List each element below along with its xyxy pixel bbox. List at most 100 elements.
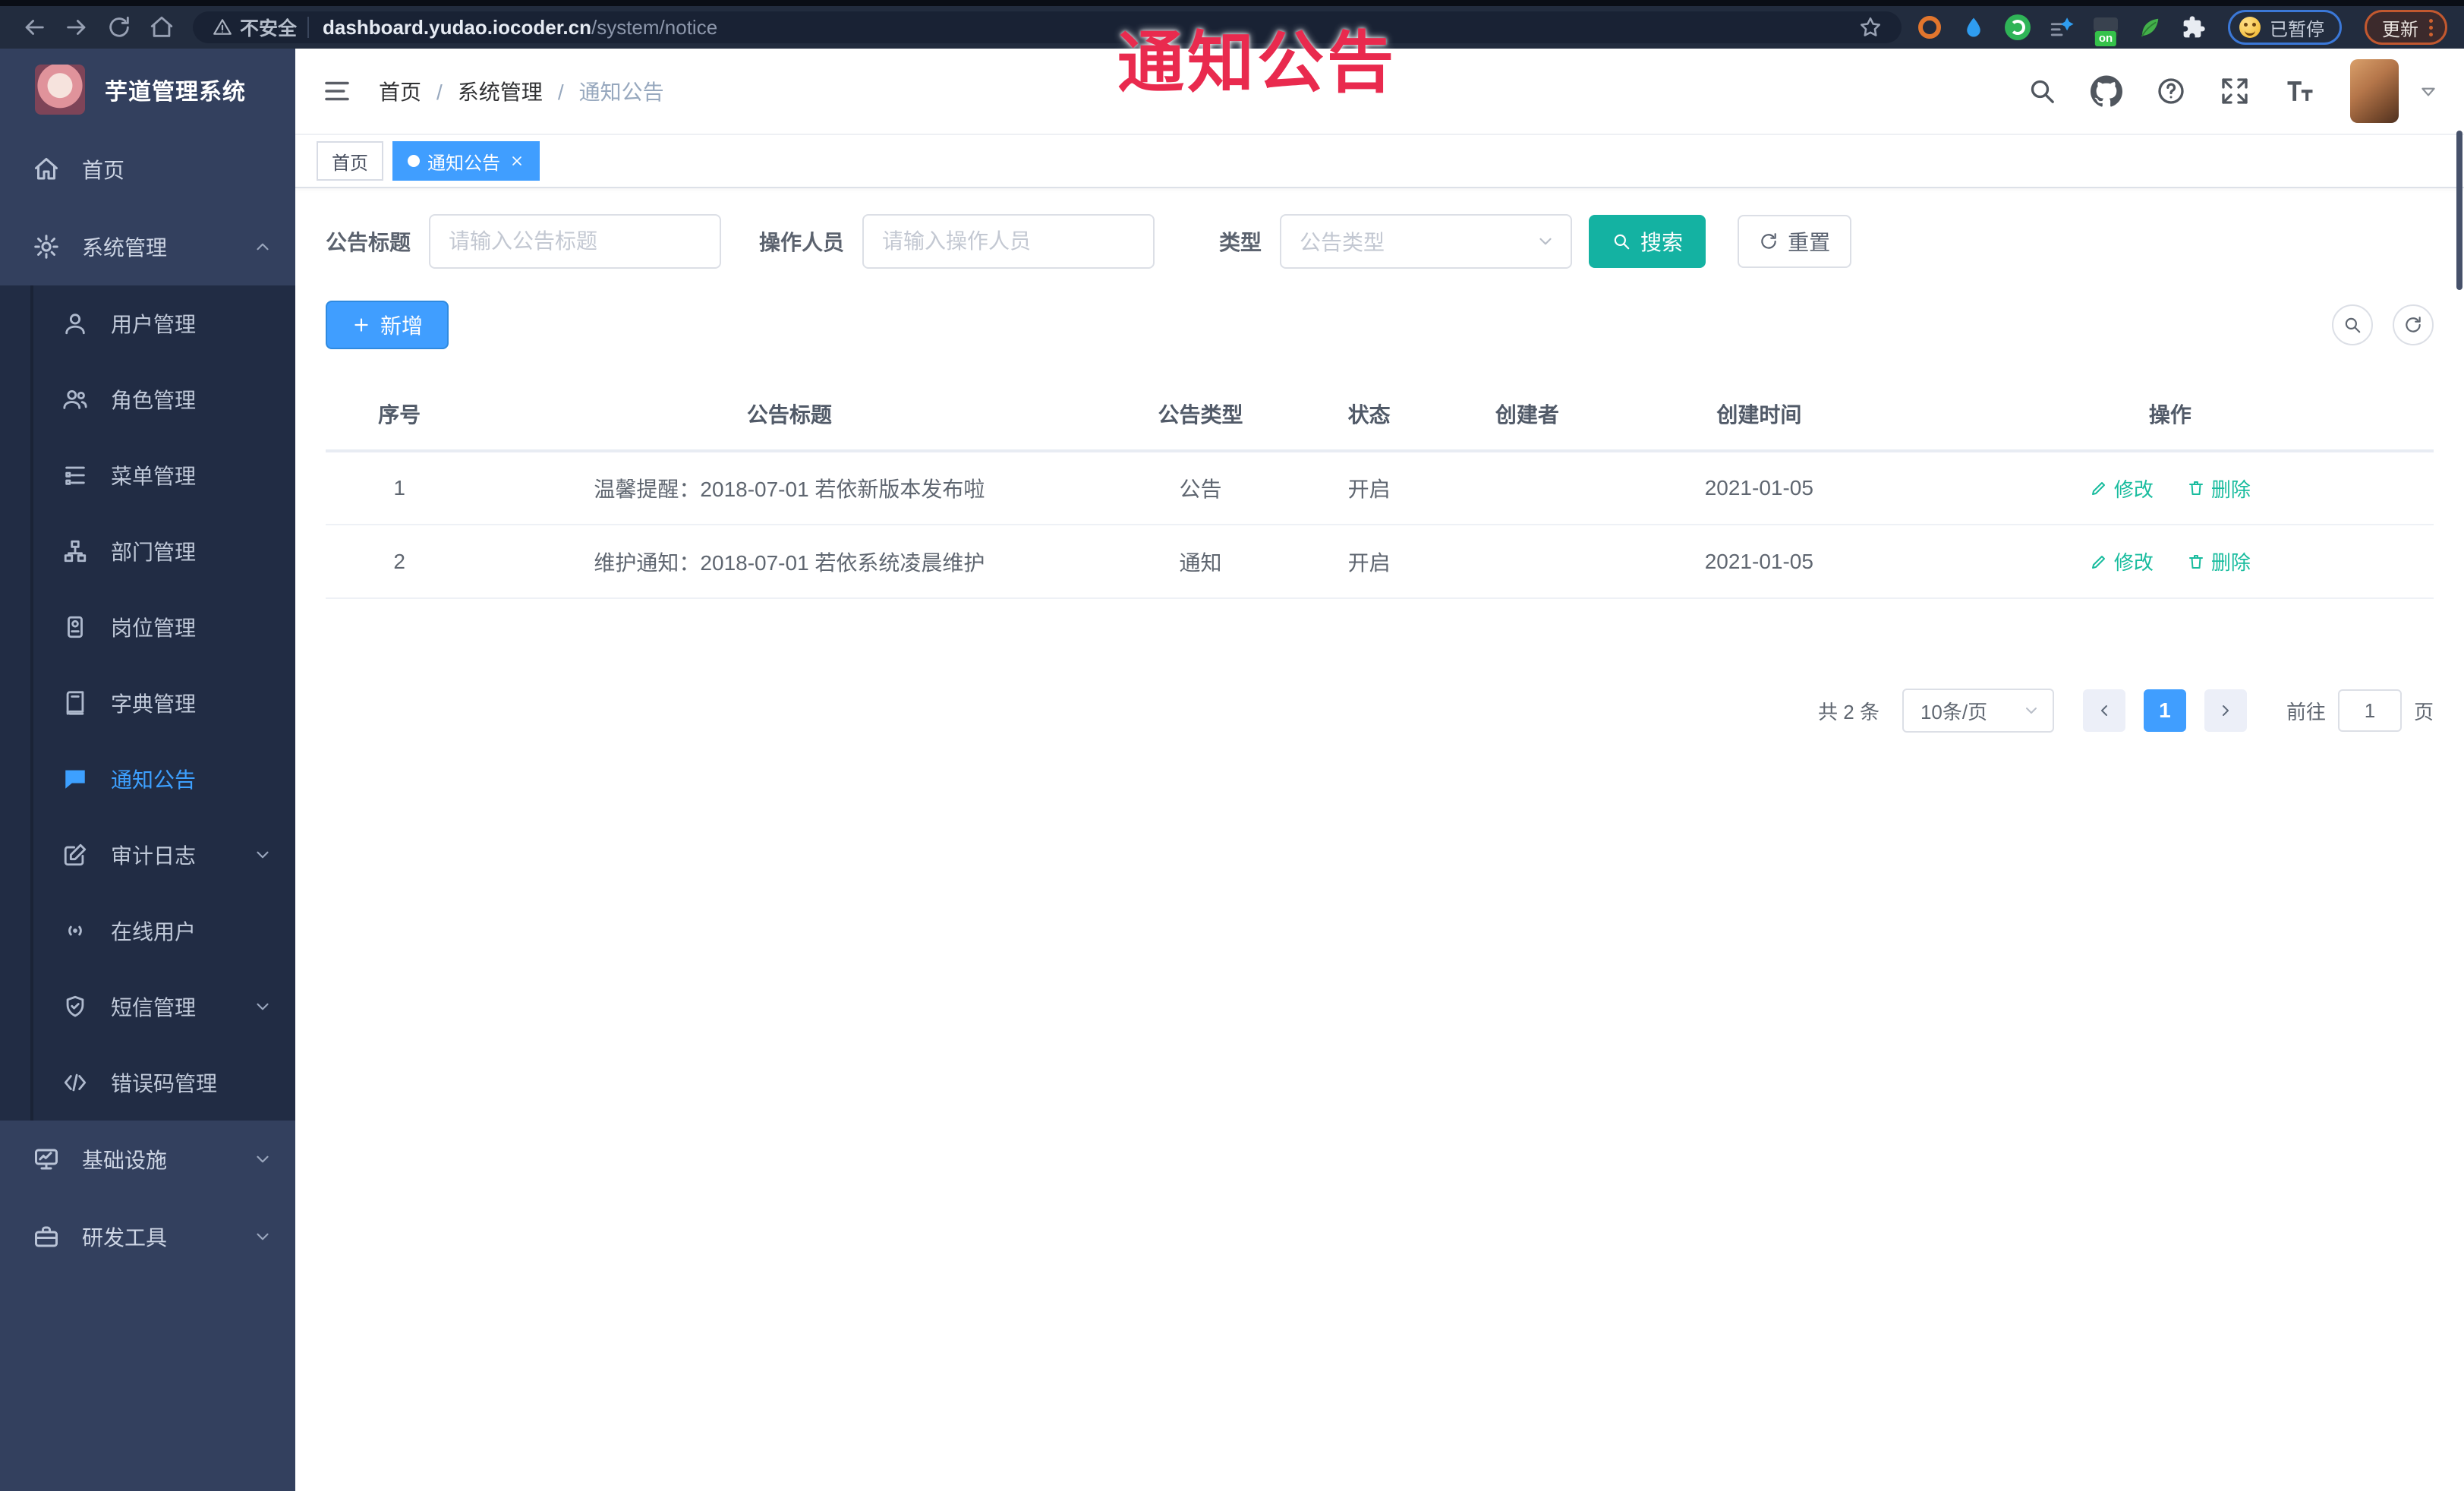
edit-link[interactable]: 修改	[2090, 474, 2154, 503]
col-creator: 创建者	[1442, 378, 1612, 452]
sidebar-item-notice[interactable]: 通知公告	[0, 741, 295, 817]
title-filter-input[interactable]	[429, 214, 722, 269]
extension-leaf-icon[interactable]	[2135, 13, 2164, 42]
title-filter-label: 公告标题	[326, 231, 411, 254]
col-no: 序号	[326, 378, 474, 452]
home-icon[interactable]	[144, 10, 179, 45]
search-icon[interactable]	[2027, 76, 2057, 106]
sidebar-item-users[interactable]: 用户管理	[0, 285, 295, 361]
sidebar-item-audit-log[interactable]: 审计日志	[0, 817, 295, 893]
user-avatar[interactable]	[2350, 59, 2399, 123]
browser-menu-icon[interactable]	[2429, 18, 2433, 36]
cell-created: 2021-01-05	[1611, 451, 1907, 525]
sidebar-item-error-codes[interactable]: 错误码管理	[0, 1045, 295, 1121]
avatar-caret-icon[interactable]	[2418, 81, 2438, 101]
close-icon[interactable]	[509, 153, 525, 169]
on-badge: on	[2094, 31, 2117, 46]
prev-page-button[interactable]	[2082, 689, 2125, 732]
delete-label: 删除	[2210, 551, 2251, 574]
profile-paused-pill[interactable]: 已暂停	[2228, 10, 2342, 45]
extension-drop-icon[interactable]	[1959, 13, 1988, 42]
security-label[interactable]: 不安全	[240, 14, 297, 41]
search-button[interactable]: 搜索	[1589, 215, 1706, 268]
edit-label: 修改	[2113, 478, 2154, 501]
sidebar-item-infrastructure[interactable]: 基础设施	[0, 1121, 295, 1198]
sidebar-item-home[interactable]: 首页	[0, 131, 295, 208]
refresh-table-button[interactable]	[2393, 304, 2434, 345]
url-path[interactable]: /system/notice	[591, 16, 717, 39]
help-icon[interactable]	[2156, 76, 2186, 106]
sidebar-item-departments[interactable]: 部门管理	[0, 513, 295, 589]
operator-filter-input[interactable]	[862, 214, 1155, 269]
sidebar-item-system[interactable]: 系统管理	[0, 208, 295, 285]
reload-icon[interactable]	[102, 10, 137, 45]
sidebar-item-dict[interactable]: 字典管理	[0, 665, 295, 741]
sidebar-item-sms[interactable]: 短信管理	[0, 969, 295, 1045]
extension-on-badge-icon[interactable]: on	[2091, 13, 2120, 46]
font-size-icon[interactable]	[2283, 74, 2317, 108]
chat-bubble-icon	[61, 764, 90, 793]
sidebar-item-online-users[interactable]: 在线用户	[0, 893, 295, 969]
total-count: 共 2 条	[1818, 700, 1880, 723]
menu-tree-icon	[61, 461, 90, 490]
sidebar-item-label: 用户管理	[111, 313, 197, 336]
tab-home[interactable]: 首页	[317, 141, 383, 181]
delete-link[interactable]: 删除	[2187, 547, 2251, 575]
url-host[interactable]: dashboard.yudao.iocoder.cn	[323, 16, 591, 39]
hamburger-icon[interactable]	[321, 75, 353, 107]
cell-creator	[1442, 451, 1612, 525]
page-content: 公告标题 操作人员 类型 公告类型 搜索	[295, 188, 2464, 1491]
page-size-select[interactable]: 10条/页	[1902, 689, 2054, 733]
github-icon[interactable]	[2091, 75, 2122, 107]
chevron-down-icon	[253, 845, 273, 865]
pencil-icon	[2090, 479, 2108, 497]
extension-green-circle-icon[interactable]	[2003, 13, 2032, 42]
forward-icon[interactable]	[59, 10, 94, 45]
cell-type: 通知	[1105, 525, 1296, 599]
cell-no: 1	[326, 451, 474, 525]
cell-title: 维护通知：2018-07-01 若依系统凌晨维护	[473, 525, 1106, 599]
back-icon[interactable]	[17, 10, 52, 45]
extensions-puzzle-icon[interactable]	[2179, 13, 2208, 42]
breadcrumb-system[interactable]: 系统管理	[421, 76, 543, 106]
type-filter-select[interactable]: 公告类型	[1280, 214, 1573, 269]
sidebar-item-label: 错误码管理	[111, 1072, 218, 1095]
bookmark-star-icon[interactable]	[1859, 16, 1882, 39]
extension-orange-icon[interactable]	[1915, 13, 1944, 42]
sidebar-logo-row[interactable]: 芋道管理系统	[0, 49, 295, 131]
operator-filter-label: 操作人员	[759, 231, 845, 254]
page-1-button[interactable]: 1	[2143, 689, 2186, 732]
table-toolbar: 新增	[326, 301, 2434, 349]
add-button[interactable]: 新增	[326, 301, 449, 349]
app-frame: 芋道管理系统 首页 系统管理 用户管理 角色管理 菜单管理 部门管理 岗位管理 …	[0, 49, 2464, 1491]
cell-created: 2021-01-05	[1611, 525, 1907, 599]
browser-update-button[interactable]: 更新	[2365, 10, 2447, 45]
sidebar: 芋道管理系统 首页 系统管理 用户管理 角色管理 菜单管理 部门管理 岗位管理 …	[0, 49, 295, 1491]
chevron-down-icon	[253, 1149, 273, 1169]
next-page-button[interactable]	[2204, 689, 2247, 732]
fullscreen-icon[interactable]	[2220, 76, 2250, 106]
tab-notice[interactable]: 通知公告	[392, 141, 540, 181]
page-unit-label: 页	[2413, 700, 2434, 723]
sidebar-item-menus[interactable]: 菜单管理	[0, 437, 295, 513]
breadcrumb-home[interactable]: 首页	[379, 76, 421, 106]
sidebar-item-dev-tools[interactable]: 研发工具	[0, 1198, 295, 1275]
tab-label: 通知公告	[427, 153, 500, 174]
url-bar[interactable]: 不安全 dashboard.yudao.iocoder.cn/system/no…	[193, 11, 1902, 43]
security-warning-icon[interactable]	[213, 17, 232, 37]
annotation-overlay: 通知公告	[1117, 25, 1397, 100]
delete-link[interactable]: 删除	[2187, 474, 2251, 503]
col-created: 创建时间	[1611, 378, 1907, 452]
extension-sparkle-icon[interactable]	[2047, 13, 2076, 42]
chevron-down-icon	[2022, 701, 2040, 720]
sidebar-item-roles[interactable]: 角色管理	[0, 361, 295, 437]
cell-title: 温馨提醒：2018-07-01 若依新版本发布啦	[473, 451, 1106, 525]
sidebar-item-posts[interactable]: 岗位管理	[0, 589, 295, 665]
scrollbar-thumb[interactable]	[2456, 131, 2462, 290]
toggle-search-button[interactable]	[2332, 304, 2373, 345]
main-area: 首页 系统管理 通知公告 首页 通知公告	[295, 49, 2464, 1491]
reset-button[interactable]: 重置	[1738, 215, 1852, 268]
refresh-icon	[2403, 315, 2423, 335]
edit-link[interactable]: 修改	[2090, 547, 2154, 575]
goto-page-input[interactable]	[2337, 689, 2402, 732]
